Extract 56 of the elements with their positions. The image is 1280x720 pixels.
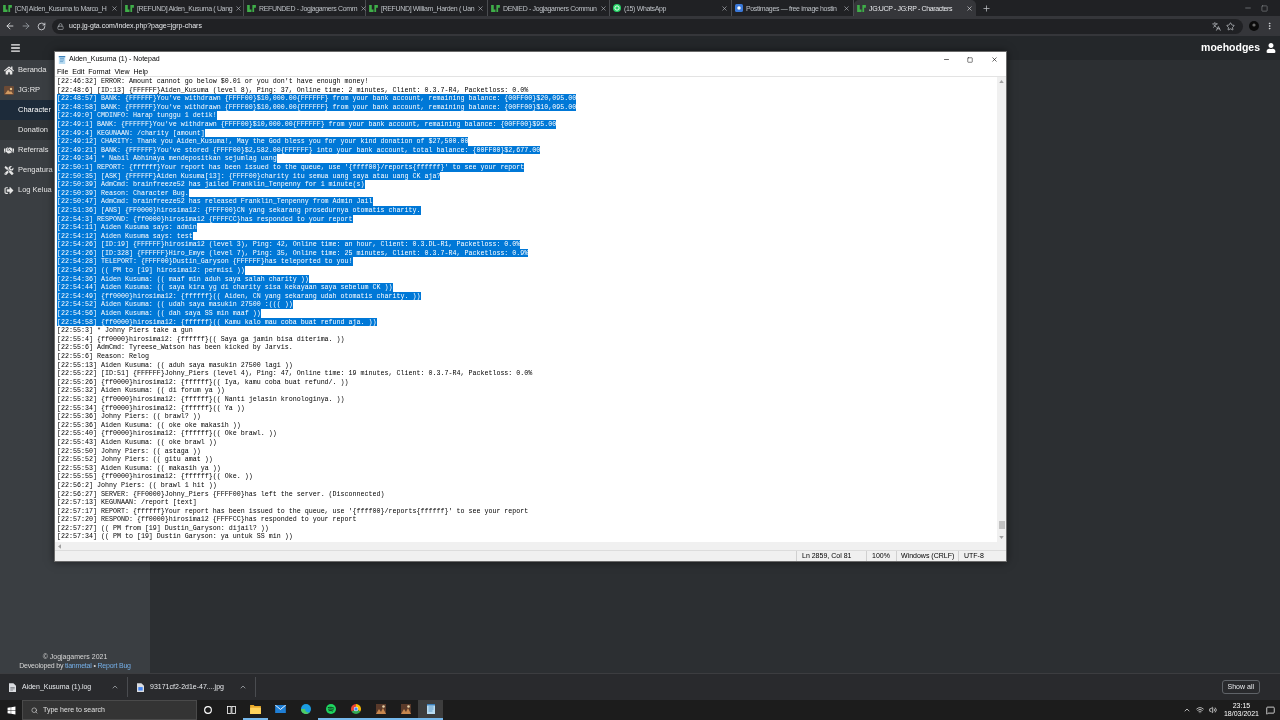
document-icon <box>9 682 16 692</box>
close-icon[interactable] <box>235 4 243 12</box>
lock-icon[interactable] <box>57 22 64 30</box>
network-icon[interactable] <box>1195 706 1204 714</box>
tools-icon <box>4 165 14 175</box>
windows-logo-icon[interactable] <box>6 705 16 715</box>
speech-bubble-icon[interactable] <box>1266 705 1275 715</box>
site-logo-icon <box>125 4 134 12</box>
home-icon <box>4 65 14 75</box>
image-file-icon <box>137 682 144 692</box>
taskbar-button[interactable] <box>418 700 443 720</box>
site-logo-icon <box>3 4 12 12</box>
picture-tile-icon <box>4 85 14 95</box>
hamburger-icon[interactable] <box>10 43 21 53</box>
segmented-circle-icon <box>350 704 361 714</box>
maximize-icon[interactable] <box>967 56 973 63</box>
picture-tile-icon <box>375 704 386 714</box>
site-logo-icon <box>857 4 866 12</box>
envelope-icon <box>275 705 286 713</box>
ring-icon[interactable] <box>204 706 212 714</box>
close-icon[interactable] <box>599 4 607 12</box>
minimize-icon[interactable] <box>942 56 950 63</box>
back-icon[interactable] <box>5 21 15 31</box>
user-icon[interactable] <box>1266 43 1276 53</box>
horizontal-scrollbar[interactable] <box>55 542 1006 550</box>
site-logo-icon <box>491 4 500 12</box>
notepad-icon <box>425 704 436 714</box>
site-logo-icon <box>369 4 378 12</box>
star-icon[interactable] <box>1226 21 1235 31</box>
username[interactable]: moehodges <box>1201 40 1260 56</box>
close-icon[interactable] <box>990 56 998 63</box>
folder-icon <box>250 704 261 714</box>
vertical-scrollbar[interactable] <box>997 77 1006 542</box>
close-icon[interactable] <box>360 4 368 12</box>
handshake-icon <box>4 145 14 155</box>
chevron-up-icon[interactable] <box>1182 706 1191 714</box>
chevron-up-icon[interactable] <box>239 683 247 691</box>
tile-icon <box>735 4 743 12</box>
notepad-icon <box>58 55 66 64</box>
translate-icon[interactable] <box>1212 21 1221 31</box>
ring-logo-icon <box>613 4 621 12</box>
picture-tile-icon <box>400 704 411 714</box>
scrollbar-thumb[interactable] <box>998 521 1005 529</box>
close-icon[interactable] <box>477 4 485 12</box>
new-tab-icon[interactable] <box>982 4 991 13</box>
sign-out-icon <box>4 185 14 195</box>
task-view-icon[interactable] <box>226 706 236 714</box>
chevron-up-icon[interactable] <box>111 683 119 691</box>
circle-arcs-icon <box>325 704 336 714</box>
forward-icon[interactable] <box>21 21 31 31</box>
avatar-icon[interactable] <box>1249 21 1259 31</box>
speaker-icon[interactable] <box>1208 706 1217 714</box>
swirl-logo-icon <box>300 704 311 714</box>
site-logo-icon <box>247 4 256 12</box>
search-icon <box>31 706 38 714</box>
reload-icon[interactable] <box>37 21 46 31</box>
